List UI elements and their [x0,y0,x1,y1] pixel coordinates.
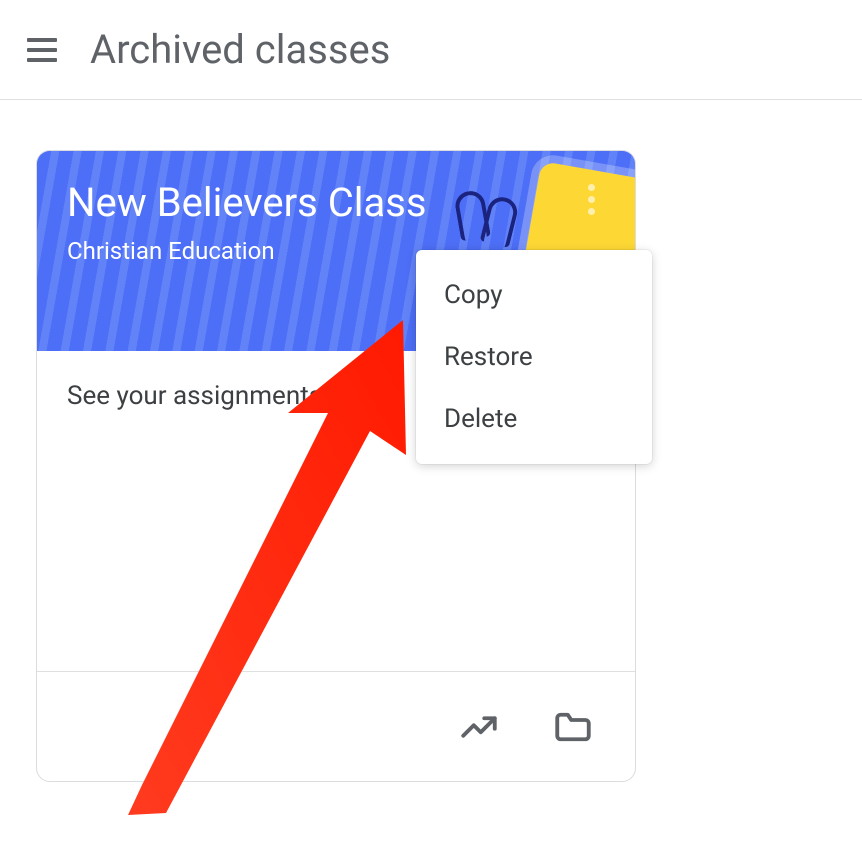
menu-item-delete[interactable]: Delete [416,388,652,450]
top-bar: Archived classes [0,0,862,100]
folder-icon[interactable] [551,705,595,749]
menu-item-restore[interactable]: Restore [416,326,652,388]
trending-up-icon[interactable] [457,705,501,749]
class-title: New Believers Class [67,179,605,227]
context-menu: Copy Restore Delete [416,250,652,464]
hamburger-menu-icon[interactable] [24,32,60,68]
class-card-footer [37,671,635,781]
page-title: Archived classes [90,26,390,73]
more-options-icon[interactable] [571,179,611,219]
content-area: New Believers Class Christian Education … [0,100,862,832]
class-card[interactable]: New Believers Class Christian Education … [36,150,636,782]
menu-item-copy[interactable]: Copy [416,264,652,326]
